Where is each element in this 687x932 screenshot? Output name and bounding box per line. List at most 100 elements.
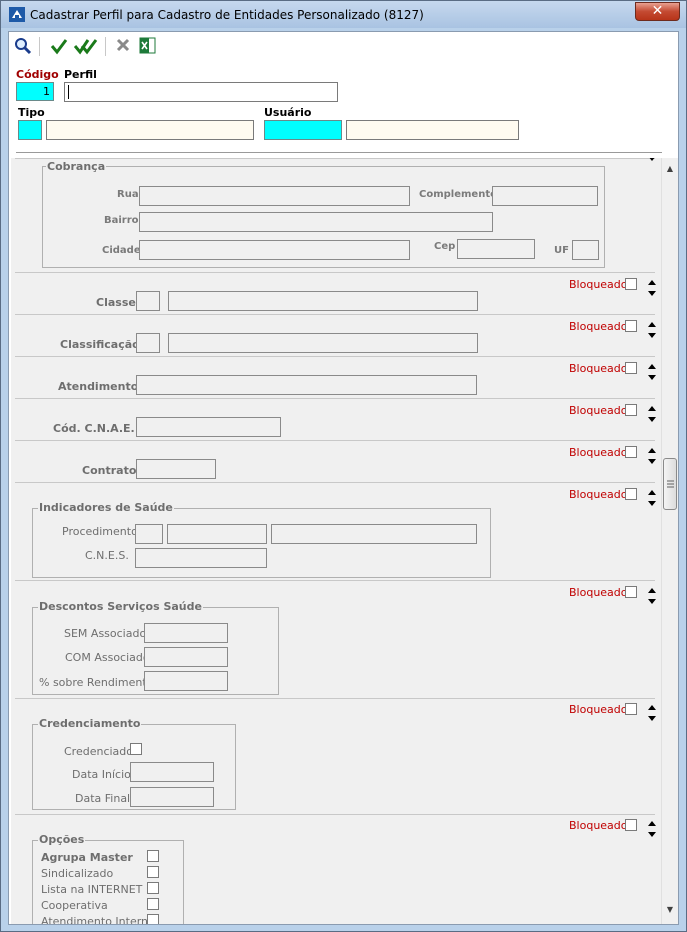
vertical-scrollbar[interactable]: ▲ ▼ — [661, 158, 678, 924]
cnae-reorder-icon[interactable] — [647, 404, 657, 424]
cnes-field[interactable] — [135, 548, 267, 568]
scroll-thumb[interactable] — [663, 458, 677, 510]
cep-field[interactable] — [457, 239, 535, 259]
internet-label: Lista na INTERNET — [41, 883, 143, 896]
classificacao-reorder-icon[interactable] — [647, 320, 657, 340]
opcoes-reorder-icon[interactable] — [647, 819, 657, 839]
classificacao-label: Classificação — [60, 338, 140, 351]
atendimento-reorder-icon[interactable] — [647, 362, 657, 382]
saude-bloqueado-checkbox[interactable] — [625, 488, 637, 500]
uf-field[interactable] — [572, 240, 599, 260]
agrupa-master-label: Agrupa Master — [41, 851, 133, 864]
opcoes-title: Opções — [38, 833, 86, 846]
classe-code-field[interactable] — [136, 291, 160, 311]
bairro-field[interactable] — [139, 212, 493, 232]
descontos-bloqueado-checkbox[interactable] — [625, 586, 637, 598]
classe-description-field[interactable] — [168, 291, 478, 311]
confirm-button[interactable] — [49, 37, 69, 57]
cidade-field[interactable] — [139, 240, 410, 260]
usuario-description-field[interactable] — [346, 120, 519, 140]
close-button[interactable]: ✕ — [635, 2, 680, 21]
row-divider — [15, 356, 655, 357]
procedimento-number-field[interactable] — [167, 524, 267, 544]
contrato-label: Contrato — [82, 464, 137, 477]
export-excel-button[interactable] — [137, 37, 157, 57]
check-icon — [50, 39, 68, 55]
contrato-bloqueado-checkbox[interactable] — [625, 446, 637, 458]
codigo-label: Código — [16, 68, 59, 81]
sindicalizado-label: Sindicalizado — [41, 867, 114, 880]
classe-reorder-icon[interactable] — [647, 278, 657, 298]
scroll-up-icon[interactable]: ▲ — [665, 164, 675, 173]
profile-fields-panel: Cobrança Rua Complemento Bairro Cidade C… — [11, 158, 661, 924]
saude-title: Indicadores de Saúde — [38, 501, 174, 514]
com-associado-field[interactable] — [144, 647, 228, 667]
row-divider — [15, 440, 655, 441]
tipo-label: Tipo — [18, 106, 45, 119]
credenciado-checkbox[interactable] — [130, 743, 142, 755]
credenciamento-bloqueado-label: Bloqueado — [569, 703, 628, 716]
title-bar: Cadastrar Perfil para Cadastro de Entida… — [1, 1, 686, 28]
atendimento-field[interactable] — [136, 375, 477, 395]
cooperativa-checkbox[interactable] — [147, 898, 159, 910]
app-icon — [9, 7, 25, 22]
credenciamento-bloqueado-checkbox[interactable] — [625, 703, 637, 715]
codigo-value: 1 — [43, 85, 50, 98]
opcoes-bloqueado-checkbox[interactable] — [625, 819, 637, 831]
atendimento-interno-checkbox[interactable] — [147, 914, 159, 924]
classe-bloqueado-checkbox[interactable] — [625, 278, 637, 290]
cnes-label: C.N.E.S. — [85, 549, 129, 562]
atendimento-bloqueado-checkbox[interactable] — [625, 362, 637, 374]
usuario-code-field[interactable] — [264, 120, 342, 140]
sindicalizado-checkbox[interactable] — [147, 866, 159, 878]
cnae-label: Cód. C.N.A.E. — [53, 422, 135, 435]
contrato-bloqueado-label: Bloqueado — [569, 446, 628, 459]
codigo-field[interactable]: 1 — [16, 82, 54, 101]
move-down-icon[interactable] — [647, 158, 657, 163]
procedimento-code-field[interactable] — [135, 524, 163, 544]
contrato-reorder-icon[interactable] — [647, 446, 657, 466]
toolbar — [9, 32, 678, 61]
com-associado-label: COM Associado — [65, 651, 150, 664]
rendimento-field[interactable] — [144, 671, 228, 691]
row-divider — [15, 580, 655, 581]
descontos-title: Descontos Serviços Saúde — [38, 600, 203, 613]
row-divider — [15, 482, 655, 483]
classificacao-bloqueado-checkbox[interactable] — [625, 320, 637, 332]
row-divider — [15, 158, 655, 159]
confirm-all-button[interactable] — [73, 37, 99, 57]
procedimento-description-field[interactable] — [271, 524, 477, 544]
tipo-code-field[interactable] — [18, 120, 42, 140]
tipo-description-field[interactable] — [46, 120, 254, 140]
cnae-bloqueado-checkbox[interactable] — [625, 404, 637, 416]
scroll-down-icon[interactable]: ▼ — [665, 905, 675, 914]
descontos-reorder-icon[interactable] — [647, 586, 657, 606]
classificacao-code-field[interactable] — [136, 333, 160, 353]
data-inicio-field[interactable] — [130, 762, 214, 782]
cnae-field[interactable] — [136, 417, 281, 437]
data-final-label: Data Final — [75, 792, 131, 805]
excel-icon — [139, 37, 155, 54]
perfil-input[interactable] — [64, 82, 338, 102]
data-final-field[interactable] — [130, 787, 214, 807]
saude-reorder-icon[interactable] — [647, 488, 657, 508]
rendimento-label: % sobre Rendimento — [39, 676, 154, 689]
classificacao-bloqueado-label: Bloqueado — [569, 320, 628, 333]
classificacao-description-field[interactable] — [168, 333, 478, 353]
rua-label: Rua — [117, 189, 139, 200]
rua-field[interactable] — [139, 186, 410, 206]
internet-checkbox[interactable] — [147, 882, 159, 894]
cobranca-title: Cobrança — [46, 160, 107, 173]
agrupa-master-checkbox[interactable] — [147, 850, 159, 862]
sem-associado-label: SEM Associado — [64, 627, 147, 640]
search-button[interactable] — [13, 37, 33, 57]
usuario-label: Usuário — [264, 106, 312, 119]
perfil-label: Perfil — [64, 68, 97, 81]
sem-associado-field[interactable] — [144, 623, 228, 643]
cancel-button[interactable] — [113, 37, 133, 57]
cnae-bloqueado-label: Bloqueado — [569, 404, 628, 417]
complemento-field[interactable] — [492, 186, 598, 206]
credenciamento-reorder-icon[interactable] — [647, 703, 657, 723]
header-divider — [16, 152, 662, 153]
contrato-field[interactable] — [136, 459, 216, 479]
